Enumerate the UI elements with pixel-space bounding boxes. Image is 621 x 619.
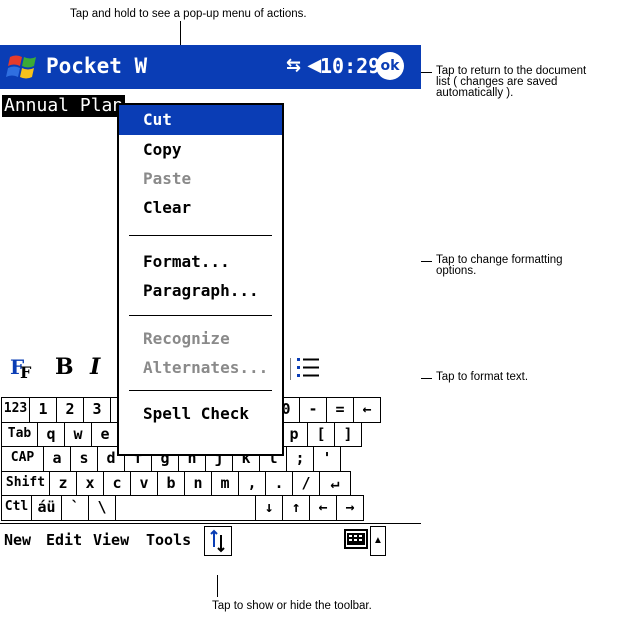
menu-separator bbox=[129, 315, 272, 316]
menu-item-spell-check[interactable]: Spell Check bbox=[143, 402, 249, 426]
key-key[interactable]: s bbox=[70, 446, 98, 472]
bold-button[interactable]: B bbox=[55, 348, 74, 386]
key-key[interactable]: 123 bbox=[1, 397, 30, 423]
font-button-sub: F bbox=[20, 363, 32, 382]
annotation-formatting-line2: options. bbox=[436, 265, 477, 277]
key-key[interactable]: → bbox=[336, 495, 364, 521]
menu-item-paragraph[interactable]: Paragraph... bbox=[143, 279, 259, 303]
menu-item-recognize: Recognize bbox=[143, 329, 230, 348]
key-key[interactable]: ; bbox=[286, 446, 314, 472]
key-key[interactable]: Tab bbox=[1, 421, 38, 447]
key-key[interactable]: w bbox=[64, 421, 92, 447]
menu-item-cut[interactable]: Cut bbox=[143, 108, 172, 132]
key-key[interactable]: b bbox=[157, 470, 185, 496]
italic-button[interactable]: I bbox=[90, 348, 100, 386]
windows-start-icon[interactable] bbox=[6, 51, 40, 83]
key-key[interactable]: [ bbox=[307, 421, 335, 447]
clock[interactable]: 10:29 bbox=[320, 53, 380, 79]
annotation-ok-line3: automatically ). bbox=[436, 87, 514, 99]
menu-item-clear[interactable]: Clear bbox=[143, 196, 191, 220]
key-key[interactable]: ← bbox=[353, 397, 381, 423]
key-key[interactable]: ← bbox=[309, 495, 337, 521]
menu-tools[interactable]: Tools bbox=[146, 524, 191, 556]
bullets-icon[interactable] bbox=[297, 356, 321, 380]
menu-item-copy[interactable]: Copy bbox=[143, 138, 182, 162]
input-selector-arrow-icon[interactable]: ▲ bbox=[370, 526, 386, 556]
annotation-toolbar-toggle: Tap to show or hide the toolbar. bbox=[212, 600, 372, 612]
key-key[interactable]: ↓ bbox=[255, 495, 283, 521]
menu-separator bbox=[129, 390, 272, 391]
toolbar-toggle-button[interactable] bbox=[204, 526, 232, 556]
key-key[interactable]: m bbox=[211, 470, 239, 496]
menu-edit[interactable]: Edit bbox=[46, 524, 82, 556]
title-bar: Pocket W ⇆ ◀ 10:29 ok bbox=[0, 45, 421, 89]
menu-separator bbox=[129, 235, 272, 236]
popup-context-menu: Cut Copy Paste Clear Format... Paragraph… bbox=[117, 103, 284, 456]
key-key[interactable]: ` bbox=[61, 495, 89, 521]
document-text-selected[interactable]: Annual Plan bbox=[2, 95, 126, 117]
key-key[interactable]: áü bbox=[31, 495, 62, 521]
key-key[interactable]: c bbox=[103, 470, 131, 496]
key-key[interactable]: , bbox=[238, 470, 266, 496]
menu-view[interactable]: View bbox=[93, 524, 129, 556]
key-key[interactable]: 2 bbox=[56, 397, 84, 423]
connectivity-volume-icon[interactable]: ⇆ ◀ bbox=[286, 53, 321, 79]
key-key[interactable]: 1 bbox=[29, 397, 57, 423]
key-space[interactable] bbox=[115, 495, 256, 521]
key-key[interactable]: n bbox=[184, 470, 212, 496]
app-title: Pocket W bbox=[46, 54, 148, 78]
menu-item-paste: Paste bbox=[143, 169, 192, 188]
key-key[interactable]: 3 bbox=[83, 397, 111, 423]
ok-button[interactable]: ok bbox=[376, 52, 404, 80]
key-key[interactable]: q bbox=[37, 421, 65, 447]
key-key[interactable]: Shift bbox=[1, 470, 50, 496]
key-key[interactable]: v bbox=[130, 470, 158, 496]
key-key[interactable]: p bbox=[280, 421, 308, 447]
key-key[interactable]: Ctl bbox=[1, 495, 32, 521]
key-key[interactable]: \ bbox=[88, 495, 116, 521]
key-key[interactable]: / bbox=[292, 470, 320, 496]
menu-bar: New Edit View Tools ▲ bbox=[0, 523, 421, 576]
annotation-popup-menu: Tap and hold to see a pop-up menu of act… bbox=[70, 8, 307, 20]
menu-item-alternates: Alternates... bbox=[143, 358, 269, 377]
key-key[interactable]: e bbox=[91, 421, 119, 447]
key-key[interactable]: a bbox=[43, 446, 71, 472]
key-key[interactable]: ] bbox=[334, 421, 362, 447]
key-key[interactable]: ↵ bbox=[319, 470, 351, 496]
menu-item-format[interactable]: Format... bbox=[143, 250, 230, 274]
key-key[interactable]: z bbox=[49, 470, 77, 496]
key-key[interactable]: - bbox=[299, 397, 327, 423]
annotation-format-text: Tap to format text. bbox=[436, 371, 529, 383]
key-key[interactable]: ↑ bbox=[282, 495, 310, 521]
key-key[interactable]: ' bbox=[313, 446, 341, 472]
input-panel-keyboard-icon[interactable] bbox=[344, 529, 368, 549]
pda-screen: Pocket W ⇆ ◀ 10:29 ok Annual Plan F F B … bbox=[0, 45, 421, 575]
key-key[interactable]: . bbox=[265, 470, 293, 496]
menu-new[interactable]: New bbox=[4, 524, 31, 556]
key-key[interactable]: = bbox=[326, 397, 354, 423]
key-key[interactable]: CAP bbox=[1, 446, 44, 472]
key-key[interactable]: x bbox=[76, 470, 104, 496]
